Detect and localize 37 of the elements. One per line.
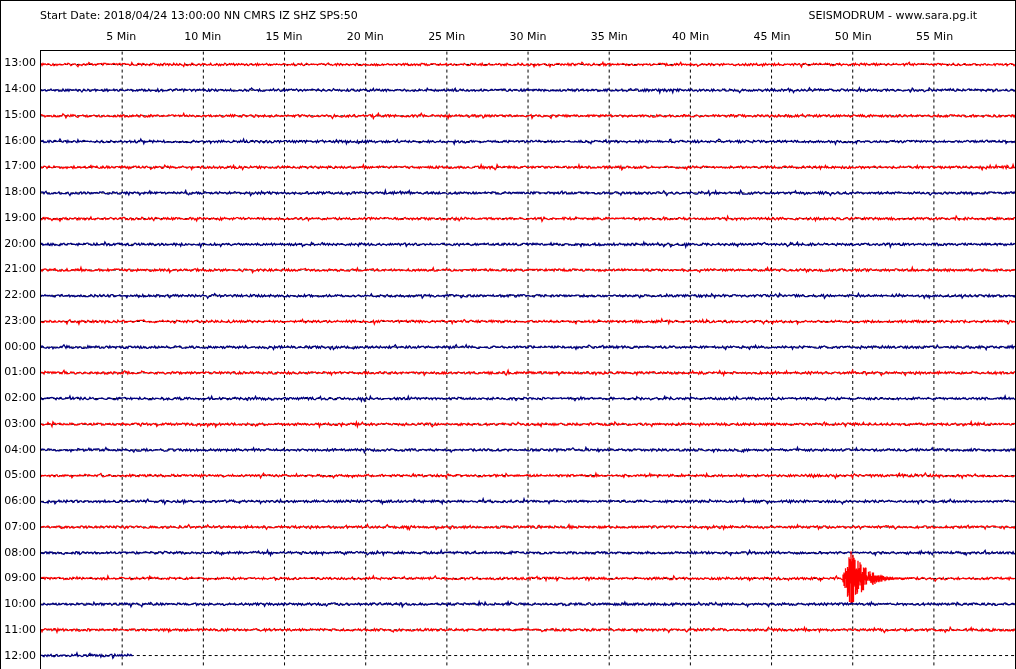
minute-label: 55 Min: [915, 29, 955, 43]
minute-label: 35 Min: [589, 29, 629, 43]
hour-label: 00:00: [3, 338, 37, 355]
minute-label: 10 Min: [183, 29, 223, 43]
hour-label: 09:00: [3, 570, 37, 587]
hour-label: 21:00: [3, 261, 37, 278]
hour-label: 19:00: [3, 209, 37, 226]
minute-label: 30 Min: [508, 29, 548, 43]
credit-text: SEISMODRUM - www.sara.pg.it: [808, 9, 977, 22]
minute-label: 40 Min: [671, 29, 711, 43]
hour-label: 07:00: [3, 518, 37, 535]
hour-label: 11:00: [3, 621, 37, 638]
hour-label: 16:00: [3, 132, 37, 149]
minute-label: 20 Min: [345, 29, 385, 43]
hour-label: 13:00: [3, 55, 37, 72]
hour-label: 08:00: [3, 544, 37, 561]
minute-label: 5 Min: [105, 29, 138, 43]
hour-label: 10:00: [3, 596, 37, 613]
minute-label: 50 Min: [833, 29, 873, 43]
hour-label: 18:00: [3, 184, 37, 201]
hour-label: 04:00: [3, 441, 37, 458]
hour-label: 02:00: [3, 390, 37, 407]
hour-label: 06:00: [3, 493, 37, 510]
minute-label: 15 Min: [264, 29, 304, 43]
hour-label: 03:00: [3, 415, 37, 432]
hour-label: 12:00: [3, 647, 37, 664]
hour-label: 17:00: [3, 158, 37, 175]
hour-label: 01:00: [3, 364, 37, 381]
recording-info: Start Date: 2018/04/24 13:00:00 NN CMRS IZ SHZ SPS:50: [40, 9, 358, 22]
hour-label: 14:00: [3, 81, 37, 98]
minute-label: 45 Min: [752, 29, 792, 43]
minute-label: 25 Min: [427, 29, 467, 43]
hour-label: 15:00: [3, 106, 37, 123]
hour-label: 22:00: [3, 287, 37, 304]
hour-label: 23:00: [3, 312, 37, 329]
hour-label: 05:00: [3, 467, 37, 484]
hour-label: 20:00: [3, 235, 37, 252]
